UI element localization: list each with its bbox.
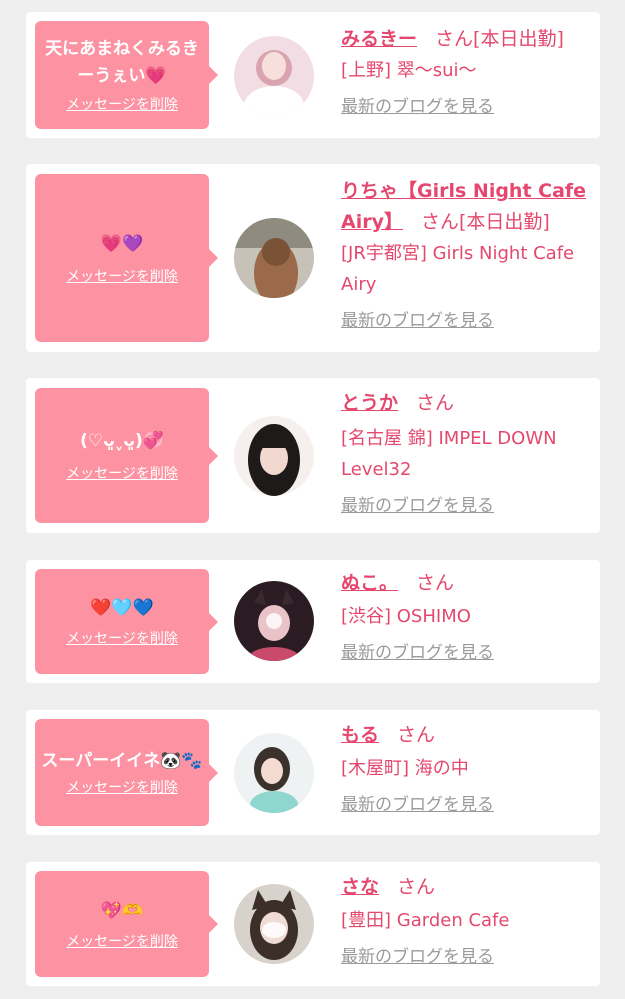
girl-name-link[interactable]: ぬこ。 [341, 572, 398, 594]
shop-name: [渋谷] OSHIMO [341, 606, 471, 627]
girl-info: ぬこ。 さん [渋谷] OSHIMO 最新のブログを見る [341, 568, 588, 663]
work-status: [本日出勤] [473, 28, 564, 50]
delete-message-link[interactable]: メッセージを削除 [66, 931, 178, 951]
avatar[interactable] [234, 581, 314, 661]
girl-name-link[interactable]: みるきー [341, 28, 417, 50]
work-status: [本日出勤] [459, 211, 550, 233]
honorific: さん [416, 392, 455, 414]
message-bubble: 天にあまねくみるきーうぇい💗 メッセージを削除 [35, 21, 218, 129]
honorific: さん [435, 28, 474, 50]
message-card: (♡ᴗ͈ˬᴗ͈)💞 メッセージを削除 とうか さん [名古屋 錦] IMPEL D… [26, 378, 600, 533]
honorific: さん [420, 211, 459, 233]
message-card: 天にあまねくみるきーうぇい💗 メッセージを削除 みるきー さん[本日出勤] [上野… [26, 12, 600, 138]
latest-blog-link[interactable]: 最新のブログを見る [341, 92, 494, 117]
delete-message-link[interactable]: メッセージを削除 [66, 628, 178, 648]
message-bubble: ❤️🩵💙 メッセージを削除 [35, 569, 218, 674]
honorific: さん [397, 724, 436, 746]
message-text: 💗💜 [100, 233, 144, 254]
avatar[interactable] [234, 218, 314, 298]
avatar[interactable] [234, 416, 314, 496]
message-bubble: 💗💜 メッセージを削除 [35, 174, 218, 342]
avatar[interactable] [234, 733, 314, 813]
message-bubble: 💖🫶 メッセージを削除 [35, 871, 218, 977]
shop-name: [名古屋 錦] IMPEL DOWN Level32 [341, 428, 557, 480]
honorific: さん [416, 572, 455, 594]
latest-blog-link[interactable]: 最新のブログを見る [341, 790, 494, 815]
message-text: ❤️🩵💙 [90, 598, 154, 618]
message-bubble: スーパーイイネ🐼🐾 メッセージを削除 [35, 719, 218, 826]
message-text: 💖🫶 [100, 900, 144, 921]
girl-info: もる さん [木屋町] 海の中 最新のブログを見る [341, 720, 588, 815]
message-card: 💗💜 メッセージを削除 りちゃ【Girls Night Cafe Airy】 さん… [26, 164, 600, 352]
message-bubble: (♡ᴗ͈ˬᴗ͈)💞 メッセージを削除 [35, 388, 218, 523]
girl-name-link[interactable]: もる [341, 724, 379, 746]
message-text: (♡ᴗ͈ˬᴗ͈)💞 [80, 431, 164, 451]
delete-message-link[interactable]: メッセージを削除 [66, 777, 178, 797]
shop-name: [JR宇都宮] Girls Night Cafe Airy [341, 243, 575, 295]
honorific: さん [397, 876, 436, 898]
girl-name-link[interactable]: さな [341, 876, 379, 898]
shop-name: [上野] 翠〜sui〜 [341, 60, 477, 81]
message-card: 💖🫶 メッセージを削除 さな さん [豊田] Garden Cafe 最新のブログ… [26, 862, 600, 986]
girl-info: とうか さん [名古屋 錦] IMPEL DOWN Level32 最新のブログを… [341, 388, 588, 516]
latest-blog-link[interactable]: 最新のブログを見る [341, 306, 494, 331]
girl-info: みるきー さん[本日出勤] [上野] 翠〜sui〜 最新のブログを見る [341, 24, 588, 117]
delete-message-link[interactable]: メッセージを削除 [66, 94, 178, 114]
delete-message-link[interactable]: メッセージを削除 [66, 266, 178, 286]
delete-message-link[interactable]: メッセージを削除 [66, 463, 178, 483]
shop-name: [豊田] Garden Cafe [341, 910, 510, 931]
avatar[interactable] [234, 36, 314, 116]
girl-name-link[interactable]: とうか [341, 392, 398, 414]
shop-name: [木屋町] 海の中 [341, 758, 469, 779]
message-text: スーパーイイネ🐼🐾 [41, 751, 203, 771]
message-card: スーパーイイネ🐼🐾 メッセージを削除 もる さん [木屋町] 海の中 最新のブログ… [26, 710, 600, 835]
message-card: ❤️🩵💙 メッセージを削除 ぬこ。 さん [渋谷] OSHIMO 最新のブログを見… [26, 560, 600, 683]
message-text: 天にあまねくみるきーうぇい💗 [45, 39, 199, 86]
latest-blog-link[interactable]: 最新のブログを見る [341, 942, 494, 967]
girl-info: さな さん [豊田] Garden Cafe 最新のブログを見る [341, 872, 588, 967]
avatar[interactable] [234, 884, 314, 964]
latest-blog-link[interactable]: 最新のブログを見る [341, 638, 494, 663]
girl-info: りちゃ【Girls Night Cafe Airy】 さん[本日出勤] [JR宇都… [341, 176, 588, 331]
latest-blog-link[interactable]: 最新のブログを見る [341, 491, 494, 516]
